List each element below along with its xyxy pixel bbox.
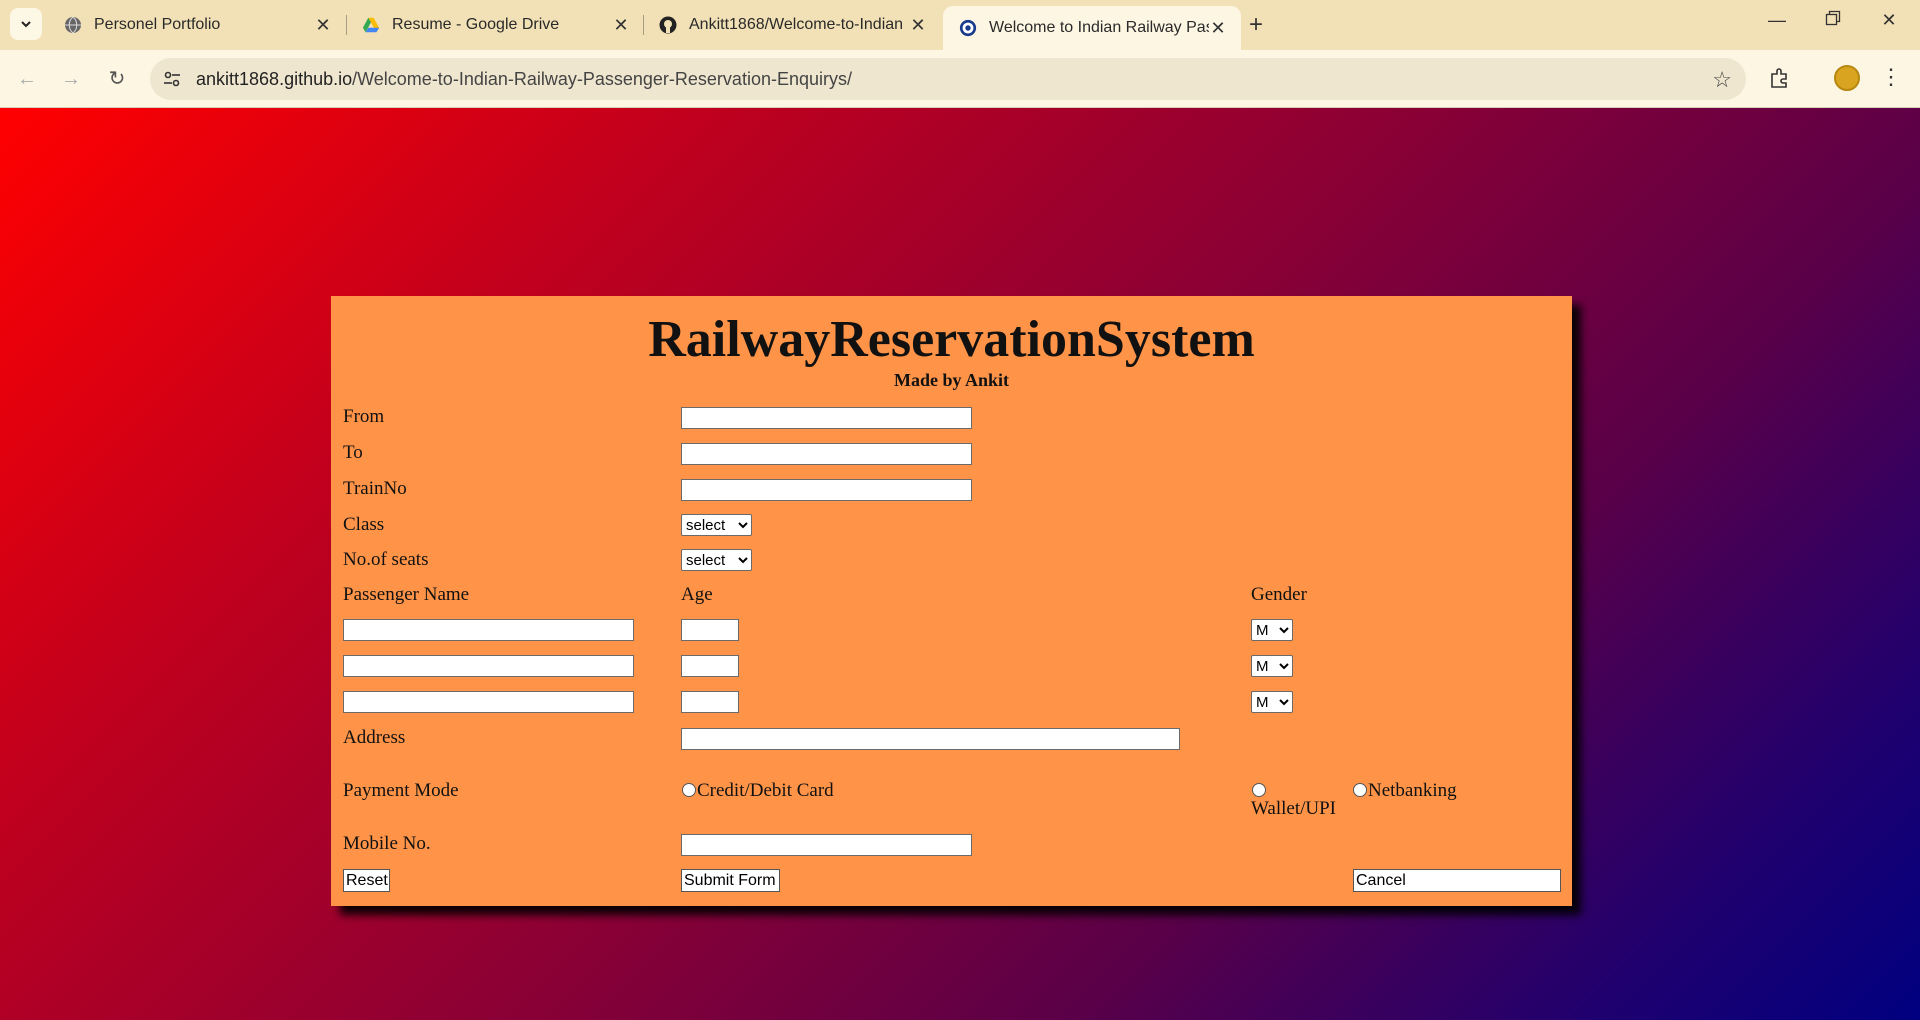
- page-viewport: RailwayReservationSystem Made by Ankit F…: [0, 108, 1920, 1020]
- age-input-3[interactable]: [681, 691, 739, 713]
- site-settings-icon[interactable]: [150, 69, 194, 89]
- card-radio[interactable]: [682, 783, 696, 797]
- payment-mode-label: Payment Mode: [343, 780, 459, 801]
- passenger-name-input-1[interactable]: [343, 619, 634, 641]
- tab-google-drive[interactable]: Resume - Google Drive ✕: [346, 0, 644, 50]
- browser-menu-icon[interactable]: ⋮: [1880, 64, 1902, 90]
- back-arrow-icon[interactable]: ←: [14, 66, 40, 92]
- reset-button[interactable]: Reset: [343, 869, 390, 892]
- passenger-name-input-2[interactable]: [343, 655, 634, 677]
- train-no-input[interactable]: [681, 479, 972, 501]
- tab-title: Personel Portfolio: [94, 16, 221, 33]
- browser-toolbar: ← → ↻ ankitt1868.github.io/Welcome-to-In…: [0, 50, 1920, 108]
- cancel-button[interactable]: Cancel: [1353, 869, 1561, 892]
- reservation-form-card: RailwayReservationSystem Made by Ankit F…: [331, 296, 1572, 906]
- forward-arrow-icon[interactable]: →: [58, 66, 84, 92]
- seats-select[interactable]: select: [681, 549, 752, 571]
- passenger-name-input-3[interactable]: [343, 691, 634, 713]
- close-icon[interactable]: ✕: [1209, 18, 1227, 39]
- gender-select-3[interactable]: M: [1251, 691, 1293, 713]
- restore-icon[interactable]: [1818, 10, 1848, 31]
- bookmark-star-icon[interactable]: ☆: [1712, 67, 1732, 93]
- google-drive-icon: [362, 16, 380, 34]
- railway-logo-icon: [959, 19, 977, 37]
- profile-avatar[interactable]: [1834, 65, 1860, 91]
- card-radio-label: Credit/Debit Card: [697, 780, 834, 801]
- new-tab-plus-icon[interactable]: +: [1242, 12, 1270, 38]
- address-bar[interactable]: ankitt1868.github.io/Welcome-to-Indian-R…: [150, 58, 1746, 100]
- gender-select-1[interactable]: M: [1251, 619, 1293, 641]
- address-input[interactable]: [681, 728, 1180, 750]
- reload-icon[interactable]: ↻: [104, 66, 130, 92]
- age-input-2[interactable]: [681, 655, 739, 677]
- netbanking-radio[interactable]: [1353, 783, 1367, 797]
- netbanking-radio-label: Netbanking: [1368, 780, 1457, 801]
- submit-form-button[interactable]: Submit Form: [681, 869, 780, 892]
- mobile-input[interactable]: [681, 834, 972, 856]
- tab-github[interactable]: Ankitt1868/Welcome-to-Indian ✕: [643, 0, 941, 50]
- age-input-1[interactable]: [681, 619, 739, 641]
- gender-label: Gender: [1251, 584, 1307, 605]
- window-close-icon[interactable]: ✕: [1874, 10, 1904, 31]
- tab-title: Ankitt1868/Welcome-to-Indian: [689, 16, 904, 33]
- gender-select-2[interactable]: M: [1251, 655, 1293, 677]
- chevron-down-icon: [21, 21, 31, 28]
- wallet-radio[interactable]: [1252, 783, 1266, 797]
- github-icon: [659, 16, 677, 34]
- close-icon[interactable]: ✕: [909, 15, 927, 36]
- from-input[interactable]: [681, 407, 972, 429]
- page-subtitle: Made by Ankit: [893, 370, 1010, 390]
- close-icon[interactable]: ✕: [314, 15, 332, 36]
- tab-title: Resume - Google Drive: [392, 16, 560, 33]
- tab-title: Welcome to Indian Railway Pass: [989, 19, 1209, 36]
- close-icon[interactable]: ✕: [612, 15, 630, 36]
- tab-railway-active[interactable]: Welcome to Indian Railway Pass ✕: [943, 6, 1241, 50]
- train-no-label: TrainNo: [343, 478, 407, 499]
- class-select[interactable]: select: [681, 514, 752, 536]
- address-label: Address: [343, 727, 406, 748]
- url-path: /Welcome-to-Indian-Railway-Passenger-Res…: [352, 68, 852, 89]
- tab-search-button[interactable]: [10, 8, 42, 40]
- class-label: Class: [343, 514, 385, 535]
- seats-label: No.of seats: [343, 549, 429, 570]
- passenger-name-label: Passenger Name: [343, 584, 470, 605]
- to-label: To: [343, 442, 363, 463]
- age-label: Age: [681, 584, 713, 605]
- url-host: ankitt1868.github.io: [196, 68, 353, 89]
- tab-portfolio[interactable]: Personel Portfolio ✕: [48, 0, 346, 50]
- globe-icon: [64, 16, 82, 34]
- to-input[interactable]: [681, 443, 972, 465]
- mobile-label: Mobile No.: [343, 833, 431, 854]
- wallet-radio-label: Wallet/UPI: [1251, 798, 1337, 819]
- minimize-icon[interactable]: —: [1762, 10, 1792, 31]
- from-label: From: [343, 406, 385, 427]
- url-text: ankitt1868.github.io/Welcome-to-Indian-R…: [196, 69, 852, 90]
- tab-strip: Personel Portfolio ✕ Resume - Google Dri…: [0, 0, 1920, 50]
- extensions-puzzle-icon[interactable]: [1768, 66, 1796, 94]
- page-title: RailwayReservationSystem: [648, 311, 1255, 368]
